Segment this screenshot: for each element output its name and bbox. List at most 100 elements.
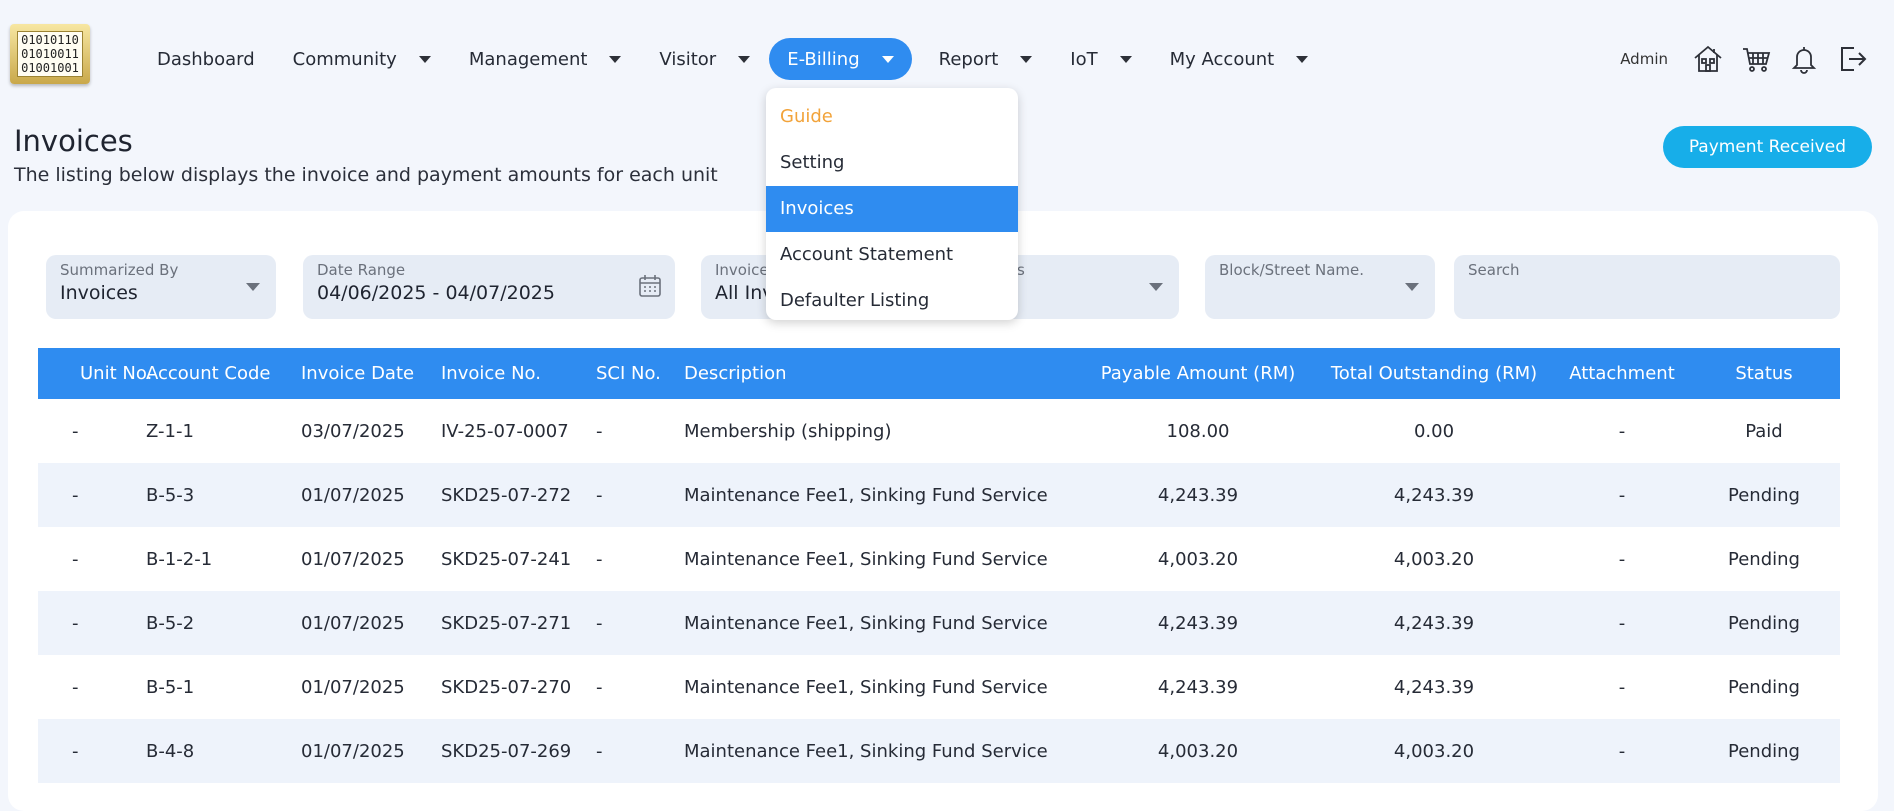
payment-received-button[interactable]: Payment Received [1662,126,1872,168]
cart-icon[interactable] [1738,41,1774,77]
invoice-link[interactable]: SKD25-07-271 [441,591,596,655]
table-row[interactable]: - B-5-1 01/07/2025 SKD25-07-270 - Mainte… [38,655,1840,719]
status-badge: Pending [1688,719,1840,783]
cell-attachment: - [1618,548,1626,570]
cell-outstanding: 0.00 [1413,420,1455,442]
nav-label: Community [292,48,397,70]
nav-label: My Account [1169,48,1275,70]
summarized-by-select[interactable]: Summarized By Invoices [46,255,276,319]
home-unit-icon[interactable] [1690,41,1726,77]
col-invoice-date[interactable]: Invoice Date [301,348,441,399]
table-row[interactable]: - B-1-2-1 01/07/2025 SKD25-07-241 - Main… [38,527,1840,591]
cell-description: Maintenance Fee1, Sinking Fund Service [684,463,1084,527]
cell-description: Maintenance Fee1, Sinking Fund Service [684,676,1048,698]
nav-my-account[interactable]: My Account [1159,38,1320,80]
invoice-link[interactable]: SKD25-07-270 [441,655,596,719]
date-range-input[interactable]: Date Range 04/06/2025 - 04/07/2025 [303,255,675,319]
cell-attachment: - [1556,719,1688,783]
filter-value: Invoices [60,282,138,304]
nav-management[interactable]: Management [458,38,633,80]
bell-icon[interactable] [1786,41,1822,77]
col-invoice-no[interactable]: Invoice No. [441,348,596,399]
cell-outstanding: 4,243.39 [1312,463,1556,527]
cell-date: 01/07/2025 [301,591,441,655]
status-badge: Pending [1688,591,1840,655]
cell-description: Maintenance Fee1, Sinking Fund Service [684,719,1084,783]
col-attachment[interactable]: Attachment [1556,348,1688,399]
chevron-down-icon [1405,283,1419,291]
filter-value: 04/06/2025 - 04/07/2025 [317,282,555,304]
app-logo[interactable]: 01010110 01010011 01001001 [10,24,90,84]
cell-attachment: - [1556,463,1688,527]
table-row[interactable]: - B-4-8 01/07/2025 SKD25-07-269 - Mainte… [38,719,1840,783]
user-name: Admin [1620,50,1668,68]
cell-date: 01/07/2025 [301,548,405,570]
chevron-down-icon [418,55,431,63]
nav-label: Management [468,48,588,70]
nav-visitor[interactable]: Visitor [648,38,761,80]
invoice-link[interactable]: SKD25-07-269 [441,719,596,783]
status-badge: Pending [1728,548,1800,570]
col-sci-no[interactable]: SCI No. [596,348,684,399]
filter-label: Search [1468,261,1520,279]
nav-dashboard[interactable]: Dashboard [146,38,266,80]
filter-label: Summarized By [60,261,179,279]
chevron-down-icon [1149,283,1163,291]
cell-date: 01/07/2025 [301,719,441,783]
col-total-outstanding[interactable]: Total Outstanding (RM) [1312,348,1556,399]
e-billing-dropdown-menu: Guide Setting Invoices Account Statement… [766,88,1018,320]
cell-payable: 4,003.20 [1084,719,1312,783]
nav-report[interactable]: Report [928,38,1044,80]
menu-item-setting[interactable]: Setting [766,140,1018,186]
cell-payable: 4,243.39 [1084,463,1312,527]
status-filter-label: s [1017,261,1025,279]
calendar-icon[interactable] [637,273,663,299]
chevron-down-icon [738,55,751,63]
col-account-code[interactable]: Account Code [146,348,301,399]
nav-label: E-Billing [787,48,860,70]
cell-description: Maintenance Fee1, Sinking Fund Service [684,591,1084,655]
page-title: Invoices [14,124,133,158]
nav-e-billing[interactable]: E-Billing [769,38,912,80]
invoice-link[interactable]: SKD25-07-241 [441,527,596,591]
nav-community[interactable]: Community [282,38,442,80]
col-status[interactable]: Status [1688,348,1840,399]
cell-account: B-5-1 [146,676,195,698]
col-payable-amount[interactable]: Payable Amount (RM) [1084,348,1312,399]
menu-item-account-statement[interactable]: Account Statement [766,232,1018,278]
cell-account: B-4-8 [146,719,301,783]
nav-label: Report [938,48,999,70]
table-row[interactable]: - Z-1-1 03/07/2025 IV-25-07-0007 - Membe… [38,399,1840,463]
cell-sci: - [596,420,603,442]
cell-description: Membership (shipping) [684,420,892,442]
col-unit-no[interactable]: Unit No. [38,348,152,399]
menu-item-invoices[interactable]: Invoices [766,186,1018,232]
cell-outstanding: 4,243.39 [1393,676,1475,698]
cell-payable: 4,003.20 [1157,548,1239,570]
chevron-down-icon [881,55,894,63]
invoice-link[interactable]: SKD25-07-272 [441,463,596,527]
chevron-down-icon [609,55,622,63]
logout-icon[interactable] [1834,41,1870,77]
cell-payable: 108.00 [1166,420,1230,442]
table-row[interactable]: - B-5-3 01/07/2025 SKD25-07-272 - Mainte… [38,463,1840,527]
cell-unit: - [38,591,146,655]
col-description[interactable]: Description [684,348,1084,399]
invoice-link[interactable]: IV-25-07-0007 [441,399,596,463]
cell-account: B-5-2 [146,591,301,655]
menu-item-defaulter-listing[interactable]: Defaulter Listing [766,278,1018,324]
cell-date: 01/07/2025 [301,676,405,698]
cell-date: 03/07/2025 [301,420,405,442]
search-input[interactable]: Search [1454,255,1840,319]
table-header-row: Unit No. Account Code Invoice Date Invoi… [38,348,1840,399]
table-row[interactable]: - B-5-2 01/07/2025 SKD25-07-271 - Mainte… [38,591,1840,655]
chevron-down-icon [246,283,260,291]
menu-item-guide[interactable]: Guide [766,94,1018,140]
cell-account: B-1-2-1 [146,548,213,570]
nav-iot[interactable]: IoT [1059,38,1142,80]
block-street-select[interactable]: Block/Street Name. [1205,255,1435,319]
cell-sci: - [596,676,603,698]
cell-sci: - [596,719,684,783]
logo-binary: 01010110 01010011 01001001 [17,31,83,77]
filter-label: Date Range [317,261,406,279]
